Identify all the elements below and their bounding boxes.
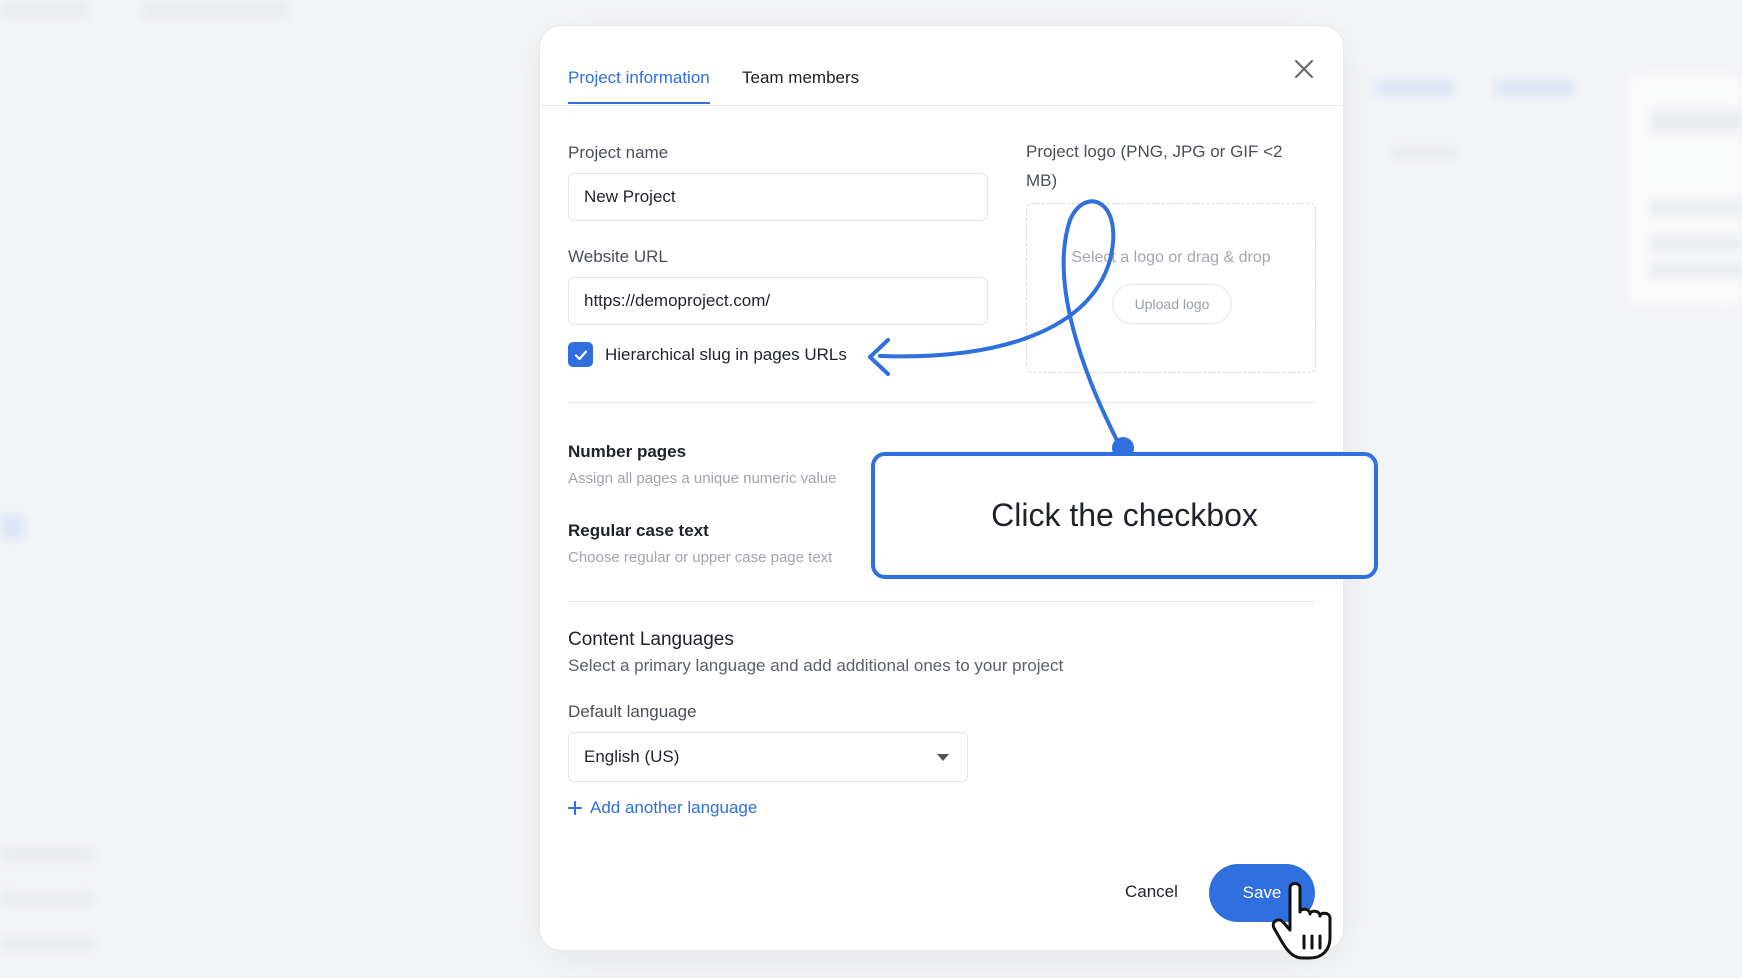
tutorial-callout: Click the checkbox	[871, 452, 1378, 579]
hand-pointer-icon	[1271, 882, 1332, 960]
